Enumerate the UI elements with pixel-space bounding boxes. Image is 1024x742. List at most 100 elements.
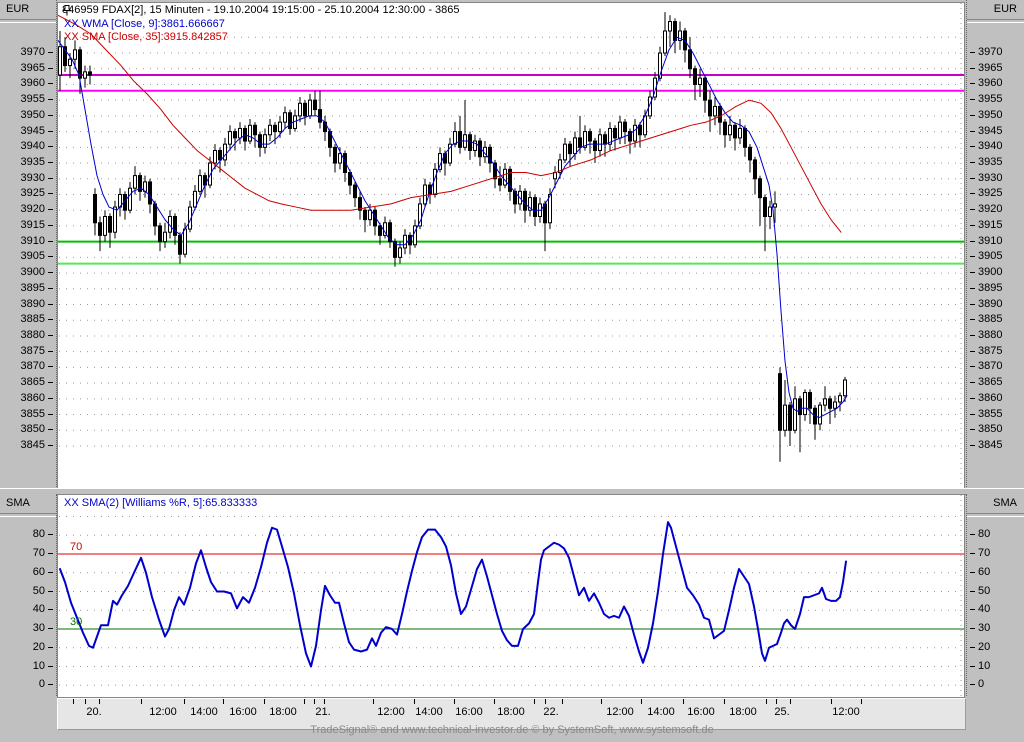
legend-sma: XX SMA [Close, 35]:3915.842857 — [64, 31, 228, 43]
axis-tick-mark — [970, 334, 975, 336]
time-tick-mark — [223, 699, 224, 704]
axis-tick-mark — [48, 382, 53, 384]
price-tick-label: 3875 — [20, 344, 45, 357]
axis-tick-mark — [970, 287, 975, 289]
price-tick-label: 3845 — [20, 439, 45, 451]
price-tick-label: 3905 — [978, 250, 1003, 263]
axis-tick-mark — [970, 590, 975, 592]
price-tick-label: 3945 — [20, 124, 45, 137]
indicator-axis-right: SMA 80 70 60 50 40 30 20 10 0 — [966, 494, 1024, 696]
time-tick-mark — [373, 699, 374, 704]
axis-tick-mark — [48, 240, 53, 242]
tradesignal-window: EUR 3970 3965 3960 3955 3950 3945 3940 3935 3930… — [0, 0, 1024, 742]
main-chart-plot[interactable]: 846959 FDAX[2], 15 Minuten - 19.10.2004 … — [57, 2, 965, 489]
axis-tick-mark — [48, 590, 53, 592]
axis-title-sma-left: SMA — [6, 497, 30, 509]
indicator-plot[interactable]: XX SMA(2) [Williams %R, 5]:65.833333 70 3… — [57, 494, 965, 698]
chart-title: 846959 FDAX[2], 15 Minuten - 19.10.2004 … — [62, 4, 460, 16]
price-tick-label: 30 — [32, 622, 45, 634]
williams-r-chart[interactable] — [58, 495, 964, 697]
time-tick-label: 20. — [86, 706, 102, 718]
price-tick-label: 3970 — [20, 46, 45, 58]
axis-tick-mark — [970, 684, 975, 686]
price-tick-label: 60 — [978, 565, 991, 578]
axis-tick-mark — [970, 114, 975, 116]
time-tick-label: 16:00 — [455, 706, 483, 718]
price-tick-label: 3860 — [20, 391, 45, 404]
price-tick-label: 3940 — [978, 140, 1003, 153]
price-tick-label: 3870 — [978, 360, 1003, 373]
axis-tick-mark — [970, 272, 975, 274]
time-tick-label: 12:00 — [832, 706, 860, 718]
time-tick-mark — [766, 699, 767, 704]
axis-tick-mark — [970, 319, 975, 321]
axis-tick-mark — [48, 429, 53, 431]
price-tick-label: 3925 — [978, 187, 1003, 200]
time-tick-label: 16:00 — [229, 706, 257, 718]
axis-tick-mark — [48, 99, 53, 101]
time-tick-label: 14:00 — [415, 706, 443, 718]
pin-icon[interactable] — [62, 4, 72, 17]
price-tick-label: 70 — [978, 547, 991, 559]
price-tick-label: 3860 — [978, 391, 1003, 404]
time-tick-label: 18:00 — [269, 706, 297, 718]
price-tick-label: 0 — [978, 678, 985, 691]
price-tick-label: 3865 — [978, 376, 1003, 389]
price-tick-label: 40 — [978, 603, 991, 616]
threshold-label-30: 30 — [70, 616, 83, 628]
axis-tick-mark — [48, 571, 53, 573]
axis-tick-mark — [48, 287, 53, 289]
axis-tick-mark — [970, 366, 975, 368]
time-tick-label: 12:00 — [606, 706, 634, 718]
axis-tick-mark — [970, 553, 975, 554]
time-tick-label: 25. — [774, 706, 790, 718]
price-tick-label: 10 — [32, 659, 45, 672]
price-tick-label: 3880 — [978, 328, 1003, 341]
axis-tick-mark — [970, 209, 975, 211]
axis-tick-mark — [970, 350, 975, 352]
time-tick-label: 22. — [543, 706, 559, 718]
axis-tick-mark — [48, 224, 53, 226]
price-tick-label: 3855 — [978, 407, 1003, 420]
axis-tick-mark — [970, 146, 975, 148]
price-tick-label: 3850 — [20, 423, 45, 436]
axis-tick-mark — [970, 609, 975, 611]
time-tick-mark — [534, 699, 535, 704]
axis-tick-mark — [48, 684, 53, 686]
price-tick-label: 3895 — [978, 281, 1003, 294]
axis-tick-mark — [970, 571, 975, 573]
axis-tick-mark — [970, 646, 975, 648]
price-tick-label: 3930 — [978, 171, 1003, 184]
time-tick-label: 21. — [315, 706, 331, 718]
price-tick-label: 20 — [32, 640, 45, 653]
time-tick-mark — [494, 699, 495, 704]
axis-tick-mark — [48, 83, 53, 85]
axis-tick-mark — [48, 646, 53, 648]
price-tick-label: 3845 — [978, 439, 1003, 451]
pane-divider — [0, 19, 56, 23]
axis-tick-mark — [48, 413, 53, 415]
time-tick-mark — [831, 699, 832, 704]
candlestick-chart[interactable] — [58, 3, 964, 488]
legend-wma: XX WMA [Close, 9]:3861.666667 — [64, 18, 225, 30]
price-tick-label: 40 — [32, 603, 45, 616]
axis-tick-mark — [970, 67, 975, 69]
price-tick-label: 3870 — [20, 360, 45, 373]
axis-tick-mark — [970, 130, 975, 132]
time-tick-mark — [861, 699, 862, 704]
price-tick-label: 50 — [32, 584, 45, 597]
price-tick-label: 3955 — [20, 93, 45, 106]
axis-title-sma-right: SMA — [993, 497, 1017, 509]
axis-tick-mark — [48, 397, 53, 399]
time-tick-mark — [776, 699, 777, 704]
axis-tick-mark — [48, 272, 53, 274]
axis-tick-mark — [970, 99, 975, 101]
price-tick-label: 3900 — [20, 266, 45, 279]
axis-tick-mark — [970, 397, 975, 399]
price-tick-label: 3895 — [20, 281, 45, 294]
price-tick-label: 3935 — [20, 156, 45, 169]
price-tick-label: 3930 — [20, 171, 45, 184]
axis-tick-mark — [48, 366, 53, 368]
time-tick-mark — [545, 699, 546, 704]
credit-text: TradeSignal® and www.technical-investor.… — [310, 724, 714, 736]
